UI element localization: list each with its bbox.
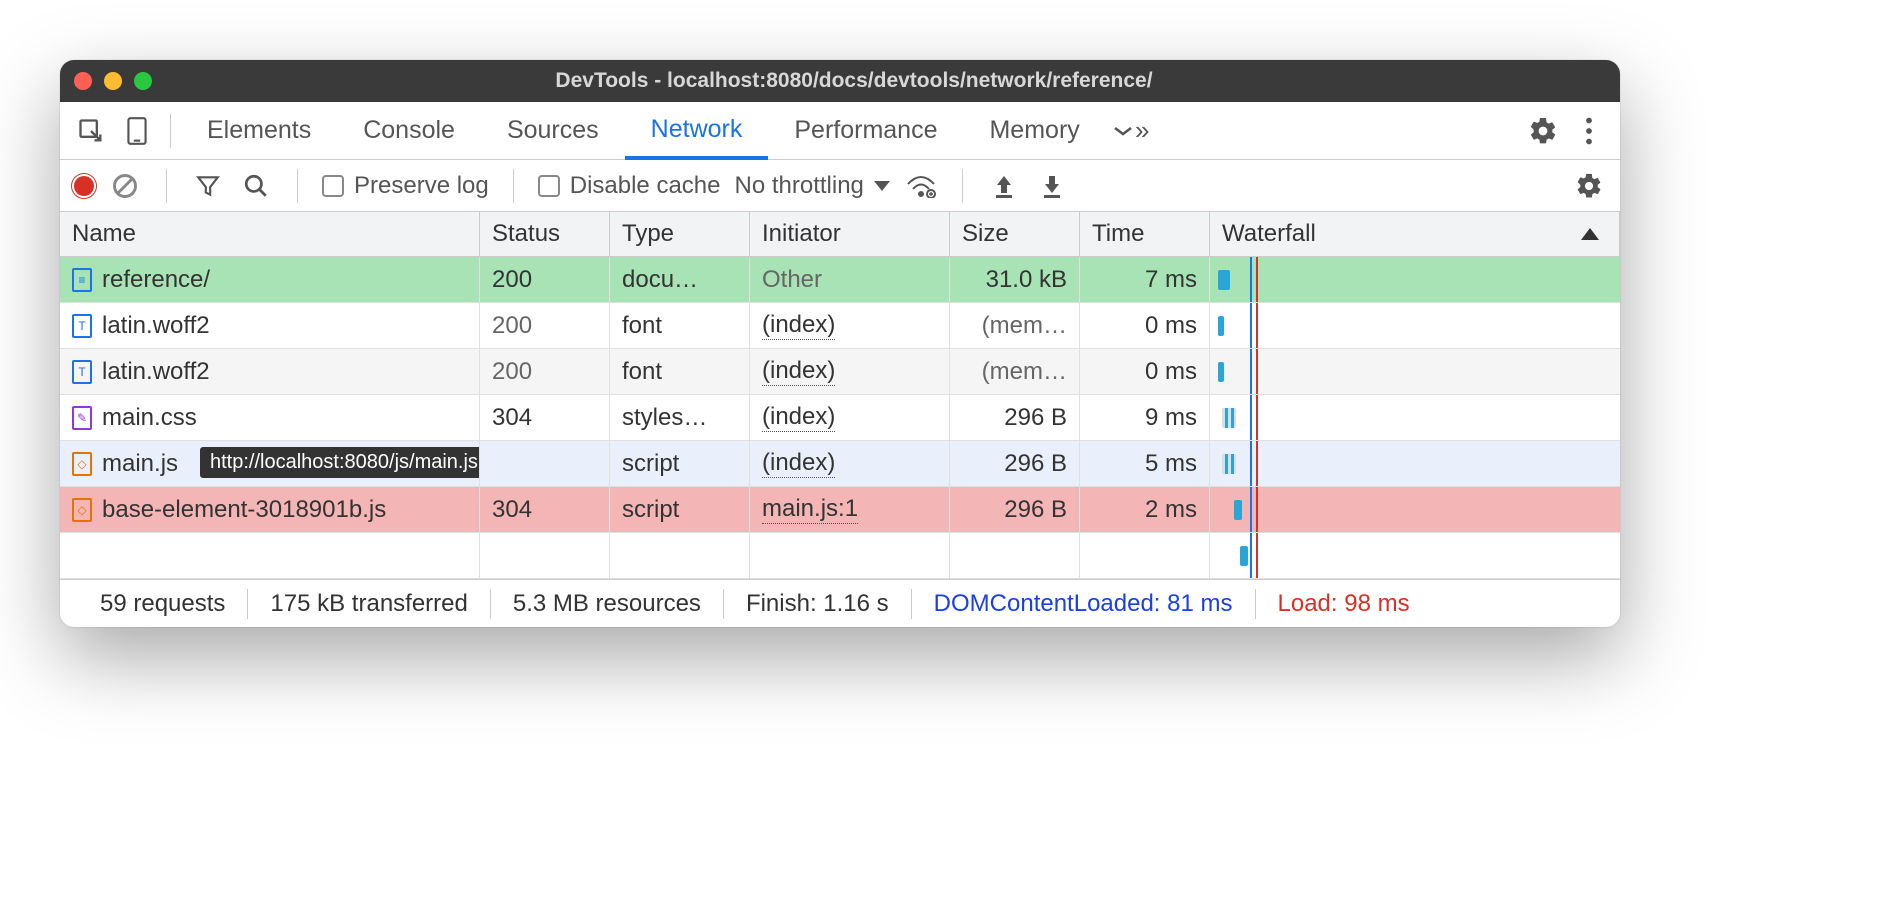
requests-count: 59 requests (78, 590, 247, 618)
network-toolbar: Preserve log Disable cache No throttling (60, 160, 1620, 212)
download-har-icon[interactable] (1035, 169, 1069, 203)
tab-network[interactable]: Network (625, 103, 769, 160)
status-cell: 304 (480, 487, 610, 533)
font-file-icon: T (72, 360, 92, 384)
preserve-log-checkbox[interactable]: Preserve log (322, 172, 489, 200)
waterfall-cell (1210, 303, 1620, 349)
col-size[interactable]: Size (950, 212, 1080, 257)
size-cell: (mem… (950, 303, 1080, 349)
window-title: DevTools - localhost:8080/docs/devtools/… (172, 69, 1606, 93)
time-cell: 5 ms (1080, 441, 1210, 487)
time-cell: 9 ms (1080, 395, 1210, 441)
type-cell: styles… (610, 395, 750, 441)
dcl-time: DOMContentLoaded: 81 ms (912, 590, 1255, 618)
waterfall-cell (1210, 349, 1620, 395)
tab-sources[interactable]: Sources (481, 102, 625, 159)
time-cell: 0 ms (1080, 349, 1210, 395)
status-cell: 200 (480, 349, 610, 395)
tab-console[interactable]: Console (337, 102, 481, 159)
initiator-cell[interactable]: (index) (750, 441, 950, 487)
divider (170, 114, 171, 148)
device-icon[interactable] (114, 108, 160, 154)
titlebar: DevTools - localhost:8080/docs/devtools/… (60, 60, 1620, 102)
finish-time: Finish: 1.16 s (724, 590, 911, 618)
sort-ascending-icon (1581, 228, 1599, 240)
network-table: Name Status Type Initiator Size Time Wat… (60, 212, 1620, 579)
js-file-icon: ◇ (72, 452, 92, 476)
type-cell: font (610, 349, 750, 395)
initiator-cell[interactable]: main.js:1 (750, 487, 950, 533)
size-cell: (mem… (950, 349, 1080, 395)
search-icon[interactable] (239, 169, 273, 203)
font-file-icon: T (72, 314, 92, 338)
maximize-icon[interactable] (134, 72, 152, 90)
disable-cache-checkbox[interactable]: Disable cache (538, 172, 721, 200)
load-time: Load: 98 ms (1256, 590, 1432, 618)
tab-memory[interactable]: Memory (963, 102, 1105, 159)
panel-tabs: ElementsConsoleSourcesNetworkPerformance… (60, 102, 1620, 160)
status-bar: 59 requests 175 kB transferred 5.3 MB re… (60, 579, 1620, 627)
name-cell[interactable]: Tlatin.woff2 (60, 349, 480, 395)
status-cell: 200 (480, 257, 610, 303)
js-file-icon: ◇ (72, 498, 92, 522)
waterfall-cell (1210, 395, 1620, 441)
css-file-icon: ✎ (72, 406, 92, 430)
type-cell: font (610, 303, 750, 349)
waterfall-cell (1210, 533, 1620, 579)
close-icon[interactable] (74, 72, 92, 90)
tab-elements[interactable]: Elements (181, 102, 337, 159)
resources-size: 5.3 MB resources (491, 590, 723, 618)
status-cell: 304 (480, 395, 610, 441)
upload-har-icon[interactable] (987, 169, 1021, 203)
waterfall-cell (1210, 487, 1620, 533)
size-cell: 296 B (950, 487, 1080, 533)
traffic-lights (74, 72, 152, 90)
name-cell[interactable]: ✎main.css (60, 395, 480, 441)
initiator-cell[interactable]: (index) (750, 303, 950, 349)
tab-performance[interactable]: Performance (768, 102, 963, 159)
name-cell[interactable]: ◇main.jshttp://localhost:8080/js/main.js (60, 441, 480, 487)
initiator-cell: Other (750, 257, 950, 303)
time-cell: 2 ms (1080, 487, 1210, 533)
initiator-cell[interactable]: (index) (750, 349, 950, 395)
clear-icon[interactable] (108, 169, 142, 203)
type-cell: script (610, 487, 750, 533)
col-status[interactable]: Status (480, 212, 610, 257)
col-type[interactable]: Type (610, 212, 750, 257)
minimize-icon[interactable] (104, 72, 122, 90)
name-cell[interactable]: Tlatin.woff2 (60, 303, 480, 349)
panel-settings-icon[interactable] (1572, 169, 1606, 203)
throttling-select[interactable]: No throttling (734, 172, 889, 200)
kebab-menu-icon[interactable] (1566, 108, 1612, 154)
devtools-window: DevTools - localhost:8080/docs/devtools/… (60, 60, 1620, 627)
name-cell[interactable]: ◇base-element-3018901b.js (60, 487, 480, 533)
type-cell: docu… (610, 257, 750, 303)
col-waterfall[interactable]: Waterfall (1210, 212, 1620, 257)
type-cell: script (610, 441, 750, 487)
chevron-down-icon (874, 181, 890, 191)
name-cell[interactable]: ≡reference/ (60, 257, 480, 303)
status-cell: 200 (480, 303, 610, 349)
doc-file-icon: ≡ (72, 268, 92, 292)
time-cell: 0 ms (1080, 303, 1210, 349)
settings-icon[interactable] (1520, 108, 1566, 154)
col-time[interactable]: Time (1080, 212, 1210, 257)
size-cell: 296 B (950, 441, 1080, 487)
size-cell: 296 B (950, 395, 1080, 441)
filter-icon[interactable] (191, 169, 225, 203)
waterfall-cell (1210, 441, 1620, 487)
waterfall-cell (1210, 257, 1620, 303)
record-icon[interactable] (74, 176, 94, 196)
inspect-icon[interactable] (68, 108, 114, 154)
col-initiator[interactable]: Initiator (750, 212, 950, 257)
initiator-cell[interactable]: (index) (750, 395, 950, 441)
transferred-size: 175 kB transferred (248, 590, 489, 618)
tooltip: http://localhost:8080/js/main.js (200, 447, 480, 478)
network-conditions-icon[interactable] (904, 169, 938, 203)
col-name[interactable]: Name (60, 212, 480, 257)
more-tabs-icon[interactable]: » (1106, 108, 1152, 154)
size-cell: 31.0 kB (950, 257, 1080, 303)
status-cell (480, 441, 610, 487)
time-cell: 7 ms (1080, 257, 1210, 303)
